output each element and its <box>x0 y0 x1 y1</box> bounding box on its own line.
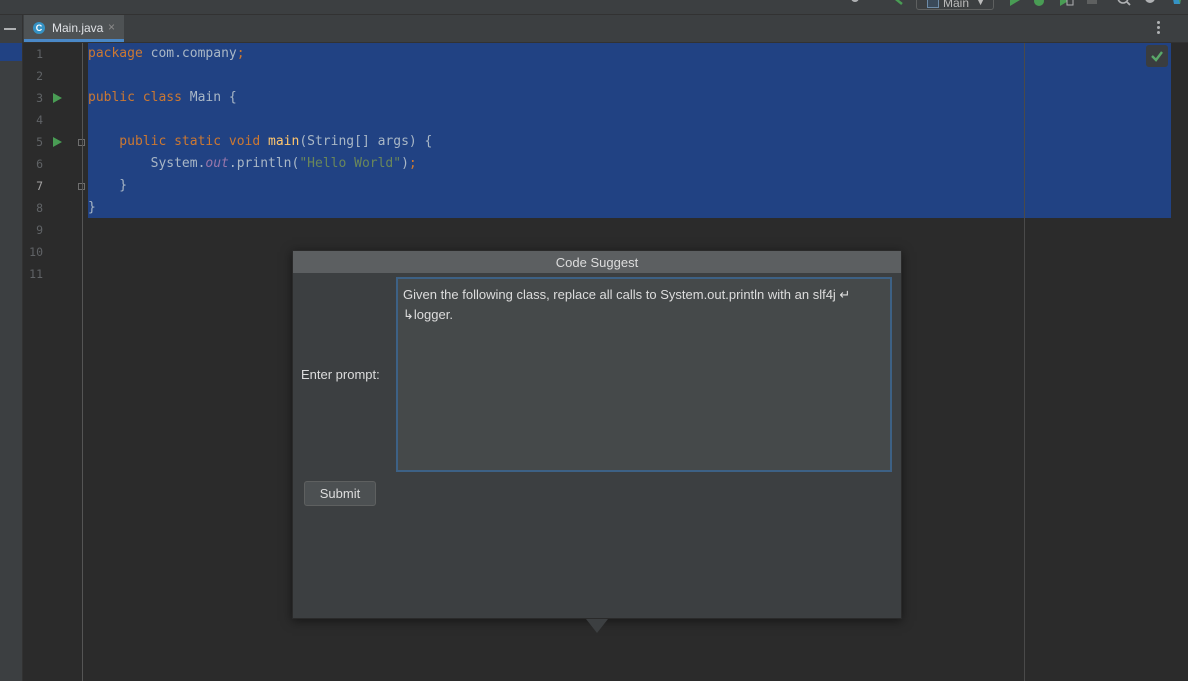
submit-button[interactable]: Submit <box>304 481 376 506</box>
code-text: ; <box>408 156 417 171</box>
code-text: Main { <box>181 90 237 105</box>
search-icon[interactable] <box>1116 0 1132 10</box>
code-text: ) <box>401 156 409 171</box>
code-text: .println( <box>228 156 300 171</box>
line-number: 6 <box>36 157 43 171</box>
line-number: 2 <box>36 69 43 83</box>
code-text: ; <box>236 46 245 61</box>
code-line: } <box>88 175 127 197</box>
static-field: out <box>205 156 229 171</box>
code-line: public class Main { <box>88 87 237 109</box>
left-tool-strip <box>0 15 23 681</box>
right-margin-guide <box>1024 43 1025 681</box>
run-config-label: Main <box>943 0 970 10</box>
tab-main-java[interactable]: C Main.java × <box>24 15 124 42</box>
line-number: 10 <box>29 245 43 259</box>
build-hammer-icon[interactable] <box>890 0 906 10</box>
keyword: package <box>88 46 143 61</box>
run-gutter-icon[interactable] <box>53 137 62 147</box>
code-line: } <box>88 197 96 219</box>
chevron-down-icon: ▼ <box>976 0 985 7</box>
code-text: (String[] args) { <box>299 134 433 149</box>
java-class-icon: C <box>33 22 45 34</box>
dialog-title: Code Suggest <box>293 251 901 273</box>
line-number: 9 <box>36 223 43 237</box>
dialog-pointer <box>586 619 608 633</box>
code-line: public static void main(String[] args) { <box>88 131 432 153</box>
debug-icon[interactable] <box>1032 0 1046 10</box>
editor-tab-bar: C Main.java × <box>0 15 1188 43</box>
string-literal: "Hello World" <box>299 156 402 171</box>
more-options-icon[interactable] <box>1154 21 1162 37</box>
code-text: com.company <box>142 46 237 61</box>
line-number-current: 7 <box>36 179 43 193</box>
run-gutter-icon[interactable] <box>53 93 62 103</box>
gutter-separator <box>82 43 83 681</box>
keyword: public static void <box>88 134 261 149</box>
code-suggest-dialog: Code Suggest Enter prompt: Given the fol… <box>292 250 902 619</box>
code-text: System. <box>88 156 206 171</box>
selection-marker <box>0 43 22 61</box>
run-icon[interactable] <box>1008 0 1022 10</box>
run-configuration-selector[interactable]: Main ▼ <box>916 0 994 10</box>
line-number: 11 <box>29 267 43 281</box>
line-number: 4 <box>36 113 43 127</box>
prompt-input[interactable]: Given the following class, replace all c… <box>396 277 892 472</box>
run-config-icon <box>927 0 939 8</box>
method-name: main <box>260 134 300 149</box>
stop-icon[interactable] <box>1086 0 1098 10</box>
code-line: System.out.println("Hello World"); <box>88 153 417 175</box>
gear-icon[interactable] <box>1142 0 1158 10</box>
close-icon[interactable]: × <box>108 20 115 34</box>
coverage-icon[interactable] <box>1058 0 1074 10</box>
code-line: package com.company; <box>88 43 245 65</box>
inspection-ok-icon[interactable] <box>1146 45 1168 67</box>
editor-gutter[interactable]: 1 2 3 4 5 6 7 8 9 10 11 <box>23 43 85 681</box>
prompt-label: Enter prompt: <box>301 367 380 382</box>
line-number: 5 <box>36 135 43 149</box>
line-number: 1 <box>36 47 43 61</box>
line-number: 3 <box>36 91 43 105</box>
vcs-user-icon[interactable] <box>846 0 872 10</box>
main-toolbar: Main ▼ <box>0 0 1188 15</box>
code-text: } <box>88 200 96 215</box>
code-text: } <box>88 178 128 193</box>
keyword: public class <box>88 90 182 105</box>
plugin-icon[interactable] <box>1168 0 1186 10</box>
line-number: 8 <box>36 201 43 215</box>
tab-label: Main.java <box>52 21 104 35</box>
minimize-icon[interactable] <box>4 28 16 30</box>
